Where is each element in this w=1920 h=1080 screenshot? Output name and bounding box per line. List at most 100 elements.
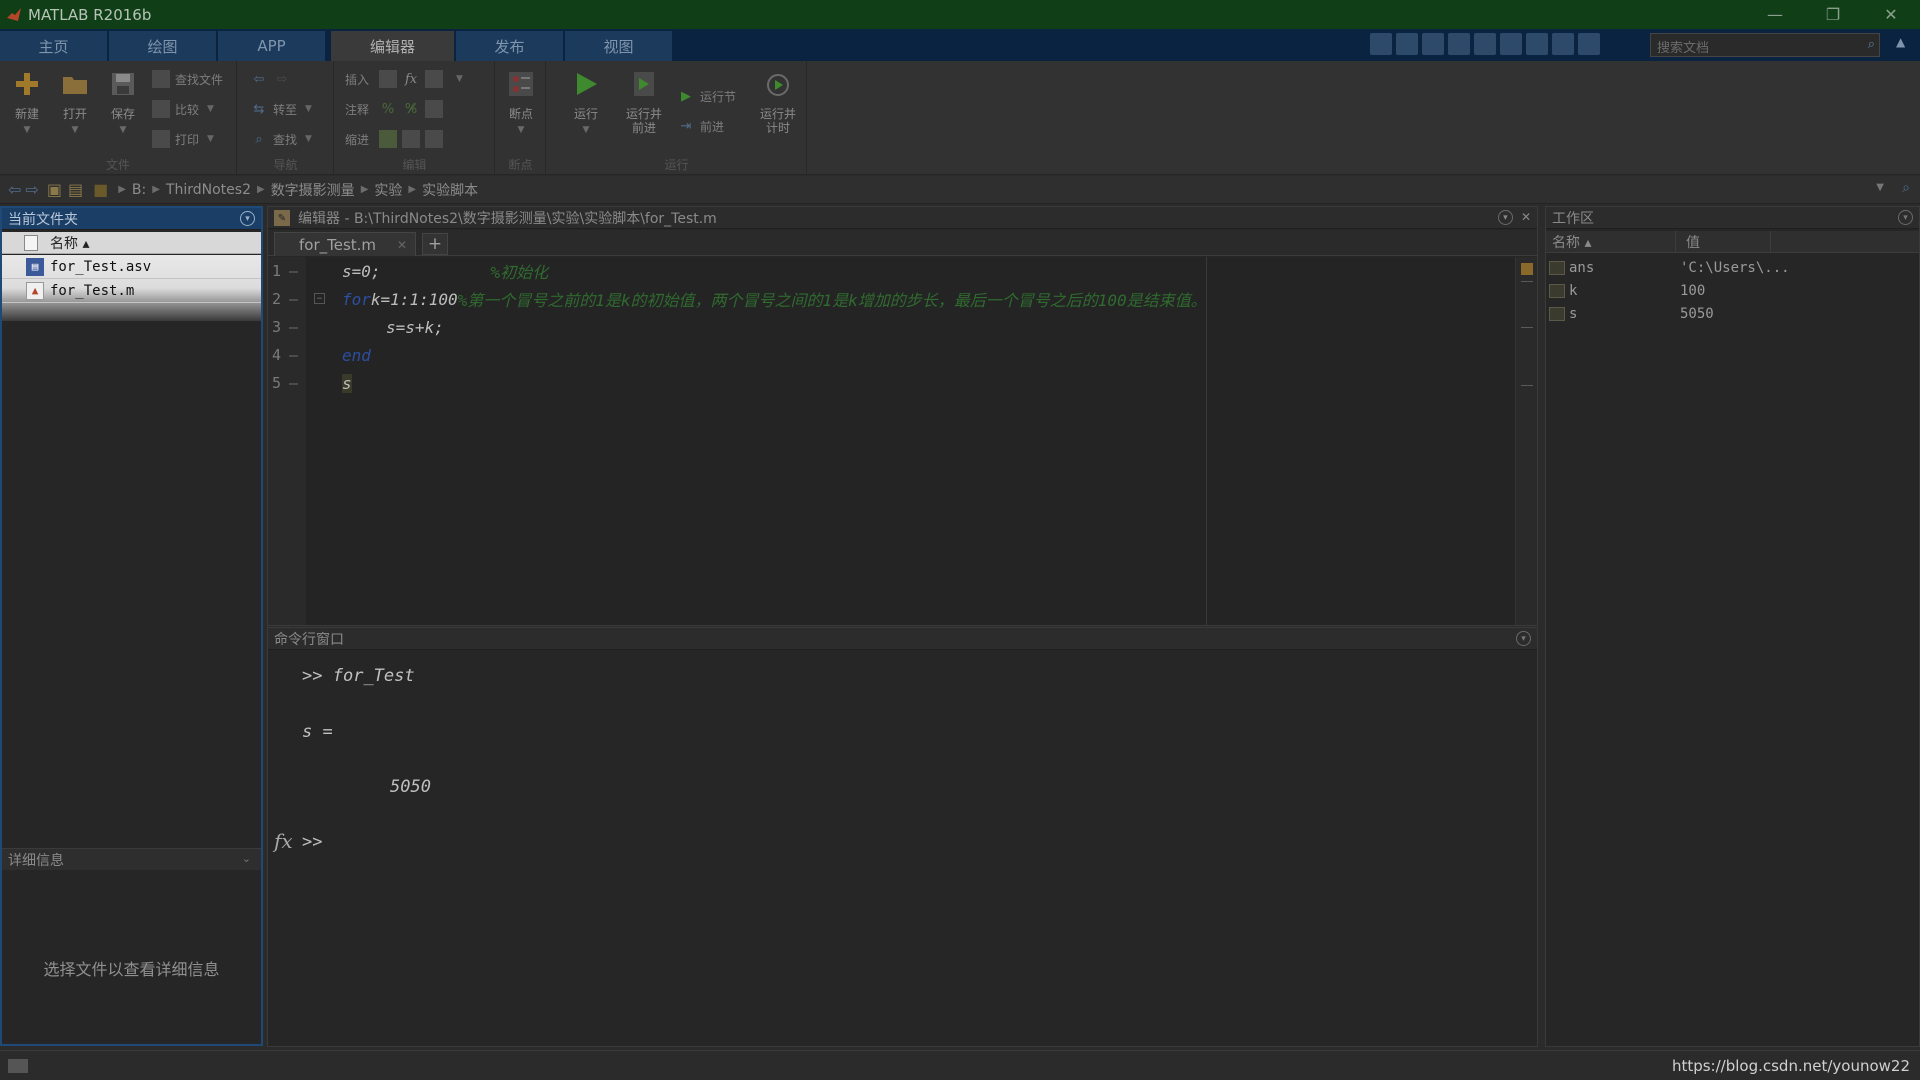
new-button[interactable]: 新建 ▼ <box>4 69 50 137</box>
browse-folder-icon[interactable]: ▤ <box>68 180 83 199</box>
file-tab[interactable]: for_Test.m ✕ <box>274 232 416 256</box>
find-button[interactable]: ⌕ 查找 ▼ <box>250 128 312 150</box>
panel-actions-icon[interactable]: ▾ <box>1497 210 1513 225</box>
quick-paste-icon[interactable] <box>1474 33 1496 55</box>
file-row[interactable]: ▲ for_Test.m <box>2 279 261 303</box>
advance-button[interactable]: ⇥ 前进 <box>677 115 724 137</box>
up-folder-icon[interactable]: ▣ <box>47 180 62 199</box>
function-browser-fx-icon[interactable]: fx <box>274 829 293 853</box>
command-prompt[interactable]: >> <box>302 832 322 852</box>
quick-save-icon[interactable] <box>1396 33 1418 55</box>
tab-editor[interactable]: 编辑器 <box>331 31 455 61</box>
forward-arrow-icon[interactable]: ⇨ <box>273 70 291 88</box>
quick-layout-icon[interactable] <box>1370 33 1392 55</box>
fold-toggle-icon[interactable]: − <box>314 293 325 304</box>
close-button[interactable]: ✕ <box>1862 0 1920 29</box>
decrease-indent-icon[interactable] <box>425 130 444 148</box>
address-dropdown-icon[interactable]: ▼ <box>1876 182 1884 193</box>
collapse-ribbon-icon[interactable]: ▲ <box>1896 35 1905 49</box>
search-docs-input[interactable]: 搜索文档 ⌕ <box>1650 33 1880 57</box>
restore-button[interactable]: ❐ <box>1804 0 1862 29</box>
file-row[interactable]: ▤ for_Test.asv <box>2 255 261 279</box>
crumb-scripts[interactable]: 实验脚本 <box>422 180 478 200</box>
open-dropdown-icon[interactable]: ▼ <box>72 123 79 137</box>
workspace-variable-row[interactable]: s 5050 <box>1546 303 1919 325</box>
compare-button[interactable]: 比较 ▼ <box>152 98 214 120</box>
goto-button[interactable]: ⇆ 转至 ▼ <box>250 98 312 120</box>
indent-button[interactable]: 缩进 <box>345 128 448 150</box>
quick-copy-icon[interactable] <box>1448 33 1470 55</box>
insert-icon[interactable] <box>379 70 398 88</box>
run-button[interactable]: 运行 ▼ <box>563 69 609 137</box>
quick-redo-icon[interactable] <box>1526 33 1548 55</box>
tab-plots[interactable]: 绘图 <box>109 31 217 61</box>
warning-marker-icon[interactable] <box>1521 263 1533 275</box>
close-tab-icon[interactable]: ✕ <box>397 238 407 252</box>
goto-dropdown-icon[interactable]: ▼ <box>305 104 312 114</box>
editor-scrollbar[interactable] <box>1515 257 1537 625</box>
print-dropdown-icon[interactable]: ▼ <box>207 134 214 144</box>
search-icon[interactable]: ⌕ <box>1868 37 1875 52</box>
tab-publish[interactable]: 发布 <box>456 31 564 61</box>
name-column-header[interactable]: 名称 ▴ <box>2 232 261 254</box>
run-and-time-button[interactable]: 运行并 计时 <box>755 69 801 135</box>
run-section-button[interactable]: ▶ 运行节 <box>677 85 736 107</box>
insert-dropdown-icon[interactable]: ▼ <box>456 74 463 84</box>
address-search-icon[interactable]: ⌕ <box>1902 180 1910 196</box>
workspace-variable-row[interactable]: ans 'C:\Users\... <box>1546 257 1919 279</box>
compare-dropdown-icon[interactable]: ▼ <box>207 104 214 114</box>
code-line[interactable]: − for k=1:1:100 %第一个冒号之前的1是k的初始值，两个冒号之间的… <box>306 285 1207 313</box>
workspace-variable-row[interactable]: k 100 <box>1546 280 1919 302</box>
tab-view[interactable]: 视图 <box>565 31 673 61</box>
code-line[interactable]: end <box>342 341 371 369</box>
panel-actions-icon[interactable]: ▾ <box>240 211 255 226</box>
insert-button[interactable]: 插入 fx ▼ <box>345 68 463 90</box>
crumb-thirdnotes2[interactable]: ThirdNotes2 <box>166 182 251 198</box>
tab-apps[interactable]: APP <box>218 31 326 61</box>
panel-actions-icon[interactable]: ▾ <box>1516 631 1531 646</box>
help-icon[interactable] <box>1578 33 1600 55</box>
code-area[interactable]: s=0; %初始化 − for k=1:1:100 %第一个冒号之前的1是k的初… <box>306 257 1515 625</box>
breakpoints-dropdown-icon[interactable]: ▼ <box>518 123 525 137</box>
fx-icon[interactable]: fx <box>402 70 420 88</box>
code-line[interactable]: s <box>342 369 352 397</box>
open-button[interactable]: 打开 ▼ <box>52 69 98 137</box>
close-icon[interactable]: ✕ <box>1521 210 1531 225</box>
uncomment-icon[interactable]: %̸ <box>402 100 420 118</box>
wrap-comment-icon[interactable] <box>425 100 444 118</box>
back-icon[interactable]: ⇦ <box>8 180 21 199</box>
root-folder-icon[interactable]: ■ <box>93 180 108 199</box>
crumb-drive[interactable]: B: <box>132 182 146 198</box>
code-line[interactable]: s=0; %初始化 <box>342 257 548 285</box>
back-arrow-icon[interactable]: ⇦ <box>250 70 268 88</box>
save-button[interactable]: 保存 ▼ <box>100 69 146 137</box>
workspace-value-column[interactable]: 值 <box>1676 231 1771 252</box>
breakpoints-button[interactable]: 断点 ▼ <box>498 69 544 137</box>
new-dropdown-icon[interactable]: ▼ <box>24 123 31 137</box>
insert-chart-icon[interactable] <box>425 70 444 88</box>
workspace-name-column[interactable]: 名称 ▴ <box>1546 231 1676 252</box>
forward-icon[interactable]: ⇨ <box>25 180 38 199</box>
find-dropdown-icon[interactable]: ▼ <box>305 134 312 144</box>
details-header[interactable]: 详细信息 ⌄ <box>2 848 261 870</box>
run-dropdown-icon[interactable]: ▼ <box>583 123 590 137</box>
percent-icon[interactable]: % <box>379 100 397 118</box>
quick-undo-icon[interactable] <box>1500 33 1522 55</box>
save-dropdown-icon[interactable]: ▼ <box>120 123 127 137</box>
run-and-advance-button[interactable]: 运行并 前进 <box>621 69 667 135</box>
panel-actions-icon[interactable]: ▾ <box>1898 210 1913 225</box>
chevron-down-icon[interactable]: ⌄ <box>242 852 251 865</box>
command-window-body[interactable]: >> for_Test s = 5050 fx >> <box>268 651 1537 1046</box>
comment-button[interactable]: 注释 % %̸ <box>345 98 448 120</box>
quick-cut-icon[interactable] <box>1422 33 1444 55</box>
quick-switch-window-icon[interactable] <box>1552 33 1574 55</box>
code-line[interactable]: s=s+k; <box>386 313 444 341</box>
print-button[interactable]: 打印 ▼ <box>152 128 214 150</box>
tab-home[interactable]: 主页 <box>0 31 108 61</box>
crumb-experiment[interactable]: 实验 <box>374 180 402 200</box>
crumb-photogrammetry[interactable]: 数字摄影测量 <box>271 180 355 200</box>
increase-indent-icon[interactable] <box>402 130 421 148</box>
find-files-button[interactable]: 查找文件 <box>152 68 223 90</box>
minimize-button[interactable]: — <box>1746 0 1804 29</box>
smart-indent-icon[interactable] <box>379 130 398 148</box>
